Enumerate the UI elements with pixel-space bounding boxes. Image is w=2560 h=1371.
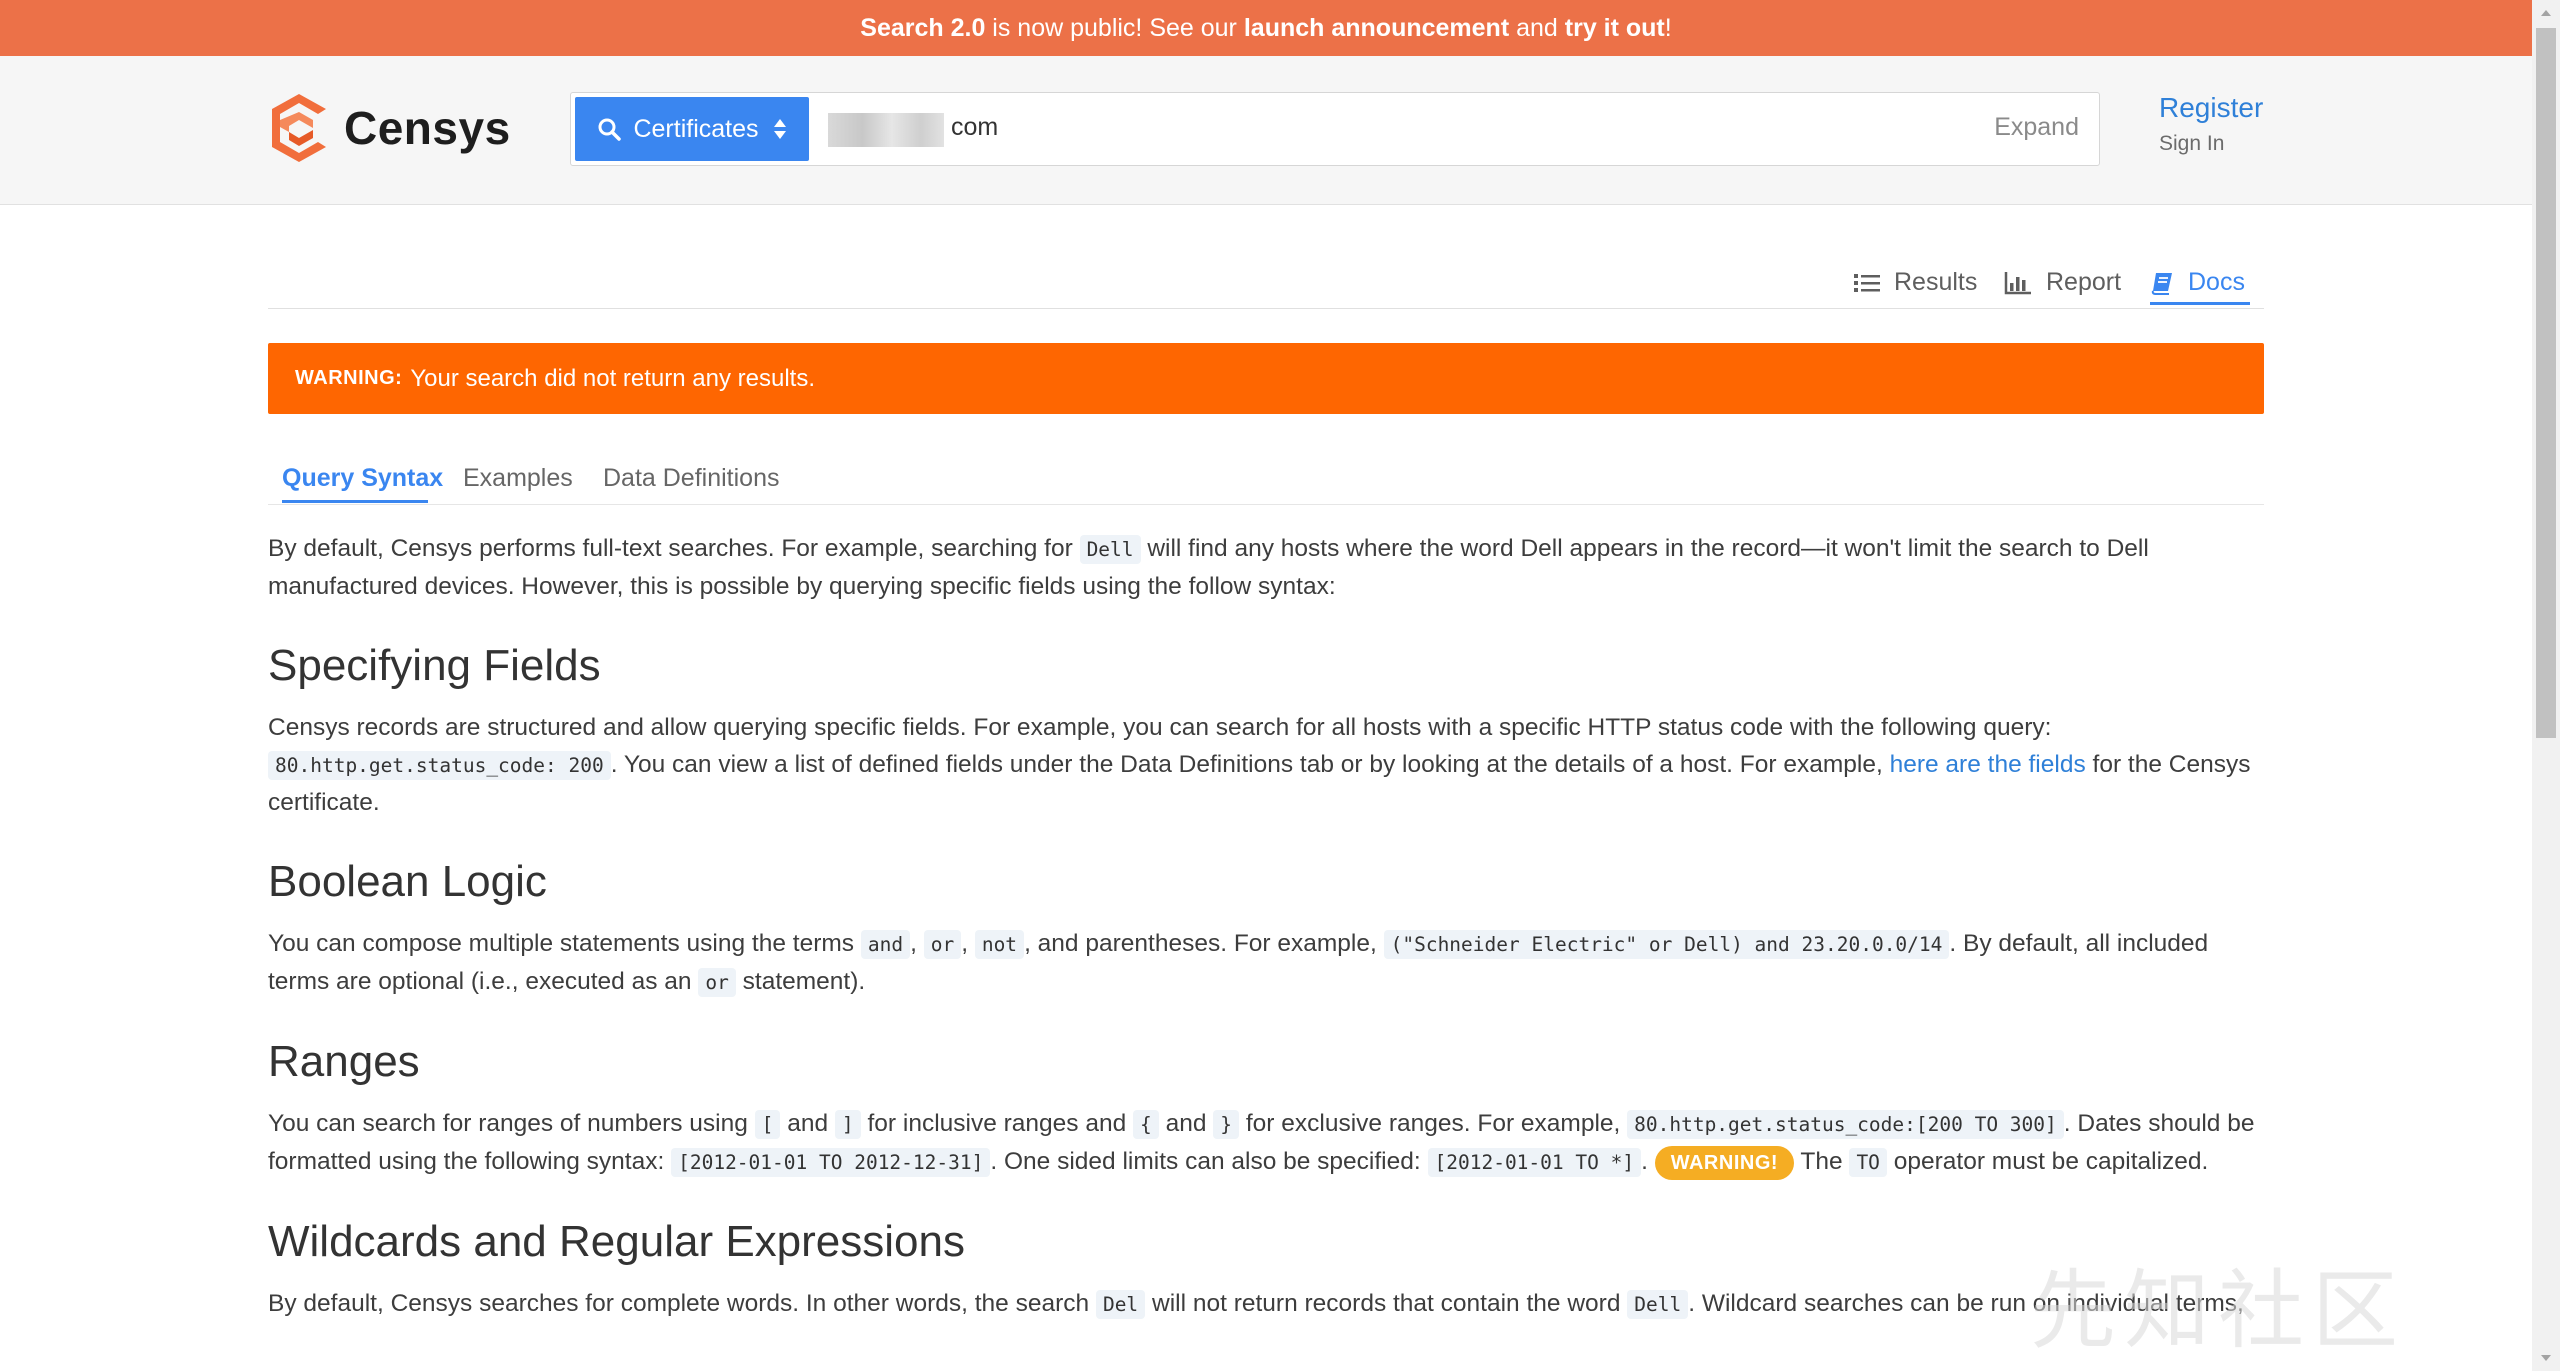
- code-snippet: {: [1133, 1110, 1159, 1139]
- sort-caret-icon: [773, 118, 787, 140]
- here-are-the-fields-link[interactable]: here are the fields: [1890, 751, 2086, 778]
- list-icon: [1854, 272, 1880, 294]
- book-icon: [2150, 271, 2174, 295]
- announcement-bar: Search 2.0 is now public! See our launch…: [0, 0, 2532, 56]
- tab-results[interactable]: Results: [1854, 268, 1977, 297]
- code-snippet: [2012-01-01 TO 2012-12-31]: [671, 1148, 991, 1177]
- doc-tab-indicator: [282, 500, 428, 503]
- scroll-down-arrow-icon[interactable]: [2532, 1345, 2560, 1371]
- censys-logo[interactable]: Censys: [268, 92, 511, 164]
- try-it-out-link[interactable]: try it out: [1565, 14, 1665, 43]
- bar-chart-icon: [2004, 271, 2032, 295]
- doc-tabs: Query Syntax Examples Data Definitions: [268, 458, 2264, 505]
- wildcards-paragraph: By default, Censys searches for complete…: [268, 1290, 2244, 1319]
- code-snippet: ]: [834, 1110, 861, 1139]
- warning-banner: WARNING: Your search did not return any …: [268, 343, 2264, 414]
- site-header: Censys Certificates com Expand Register …: [0, 56, 2532, 205]
- code-snippet: 80.http.get.status_code: 200: [268, 751, 611, 780]
- search-icon: [597, 117, 622, 141]
- code-snippet: Dell: [1079, 535, 1141, 564]
- scroll-up-arrow-icon[interactable]: [2532, 0, 2560, 26]
- warning-text: Your search did not return any results.: [410, 364, 815, 392]
- code-snippet: ("Schneider Electric" or Dell) and 23.20…: [1383, 930, 1950, 959]
- announcement-text-and: and: [1509, 13, 1565, 42]
- brand-name: Censys: [344, 102, 511, 154]
- tab-report[interactable]: Report: [2004, 268, 2121, 297]
- tab-query-syntax[interactable]: Query Syntax: [282, 464, 443, 493]
- code-snippet: Dell: [1627, 1290, 1689, 1319]
- sign-in-link[interactable]: Sign In: [2159, 132, 2224, 156]
- code-snippet: not: [974, 930, 1025, 959]
- heading-ranges: Ranges: [268, 1037, 420, 1086]
- heading-specifying-fields: Specifying Fields: [268, 641, 601, 690]
- tab-report-label: Report: [2046, 268, 2122, 296]
- tab-examples[interactable]: Examples: [463, 464, 573, 493]
- tab-data-definitions[interactable]: Data Definitions: [603, 464, 779, 493]
- view-tabs: Results Report Docs: [268, 258, 2264, 309]
- censys-logo-icon: [272, 94, 326, 162]
- announcement-text-end: !: [1664, 13, 1672, 42]
- code-snippet: and: [860, 930, 911, 959]
- code-snippet: or: [923, 930, 962, 959]
- code-snippet: [: [754, 1110, 781, 1139]
- active-tab-indicator: [2150, 302, 2250, 305]
- tab-results-label: Results: [1894, 268, 1978, 296]
- code-snippet: or: [698, 968, 736, 997]
- code-snippet: [2012-01-01 TO *]: [1427, 1148, 1642, 1177]
- ranges-paragraph: You can search for ranges of numbers usi…: [268, 1105, 2268, 1181]
- redacted-domain: [828, 113, 944, 147]
- heading-wildcards: Wildcards and Regular Expressions: [268, 1217, 965, 1266]
- search-type-dropdown[interactable]: Certificates: [575, 97, 809, 161]
- register-link[interactable]: Register: [2159, 92, 2263, 124]
- warning-label: WARNING:: [295, 367, 403, 389]
- scrollbar-thumb[interactable]: [2536, 28, 2556, 738]
- boolean-logic-paragraph: You can compose multiple statements usin…: [268, 930, 2209, 997]
- search-input[interactable]: com: [951, 113, 998, 142]
- intro-paragraph: By default, Censys performs full-text se…: [268, 535, 2149, 600]
- page-scrollbar[interactable]: [2532, 0, 2560, 1371]
- warning-badge: WARNING!: [1654, 1146, 1795, 1180]
- expand-button[interactable]: Expand: [1994, 113, 2079, 142]
- code-snippet: 80.http.get.status_code:[200 TO 300]: [1627, 1110, 2064, 1139]
- code-snippet: Del: [1095, 1290, 1146, 1319]
- announcement-text: is now public! See our: [985, 13, 1244, 42]
- query-syntax-docs: By default, Censys performs full-text se…: [268, 530, 2268, 1323]
- search-bar: Certificates com Expand: [570, 92, 2100, 166]
- search-type-label: Certificates: [633, 114, 759, 143]
- heading-boolean-logic: Boolean Logic: [268, 857, 547, 906]
- code-snippet: }: [1213, 1110, 1240, 1139]
- specifying-fields-paragraph: Censys records are structured and allow …: [268, 714, 2251, 816]
- code-snippet: TO: [1849, 1148, 1887, 1177]
- tab-docs-label: Docs: [2188, 268, 2245, 296]
- watermark: 先知社区: [2030, 1261, 2406, 1361]
- tab-docs[interactable]: Docs: [2150, 268, 2245, 297]
- announcement-product: Search 2.0: [860, 13, 986, 42]
- launch-announcement-link[interactable]: launch announcement: [1244, 14, 1509, 43]
